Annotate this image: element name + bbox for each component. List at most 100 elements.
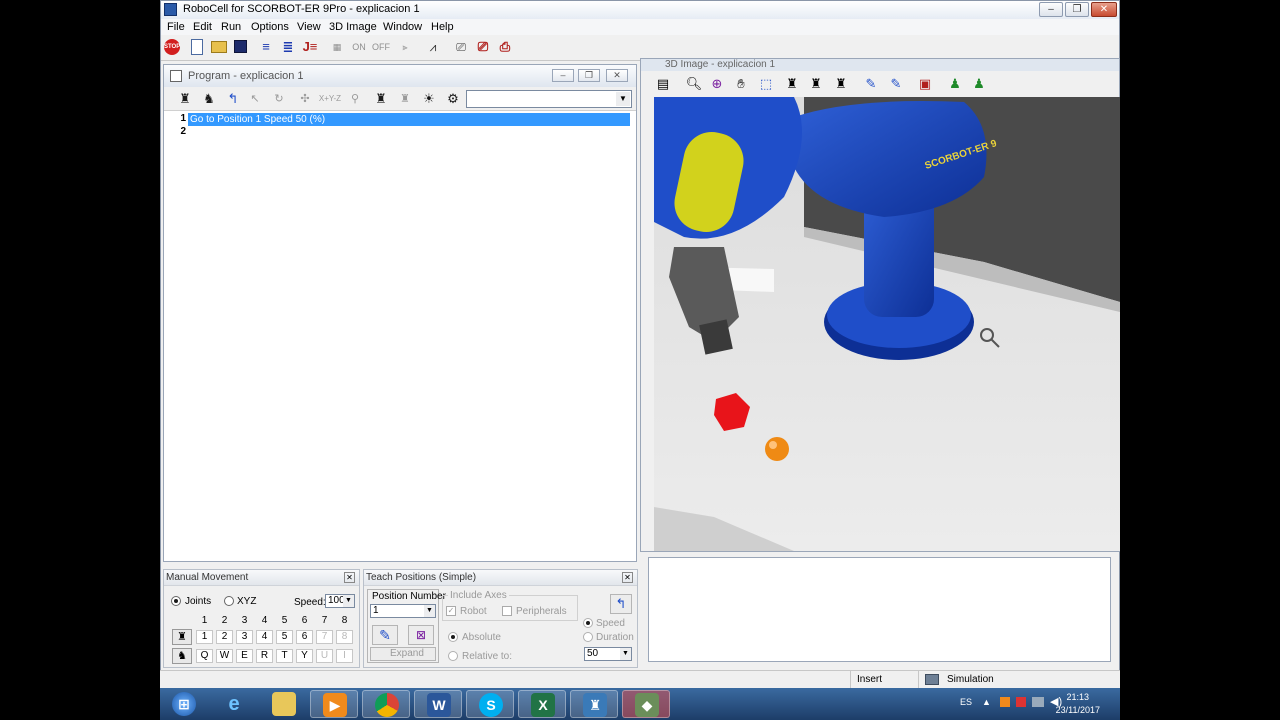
- clock[interactable]: 21:13 23/11/2017: [1056, 691, 1100, 717]
- save-icon[interactable]: [234, 40, 247, 53]
- list-outdent-icon[interactable]: ≣: [280, 39, 296, 55]
- expand-button[interactable]: Expand: [370, 647, 436, 661]
- robot-view-2-icon[interactable]: ♜: [807, 75, 825, 93]
- inspect-icon[interactable]: ⚙: [444, 91, 462, 107]
- key-e-button[interactable]: E: [236, 649, 253, 663]
- taskbar-explorer[interactable]: [260, 690, 308, 718]
- taskbar-word[interactable]: W: [414, 690, 462, 718]
- key-5-button[interactable]: 5: [276, 630, 293, 644]
- taskbar-chrome[interactable]: [362, 690, 410, 718]
- close-button[interactable]: ✕: [1091, 2, 1117, 17]
- graph-icon[interactable]: ⩘: [425, 39, 441, 55]
- key-t-button[interactable]: T: [276, 649, 293, 663]
- robot-view-3-icon[interactable]: ♜: [832, 75, 850, 93]
- command-combo[interactable]: ▼: [466, 90, 632, 108]
- menu-view[interactable]: View: [297, 21, 321, 33]
- record-position-button[interactable]: ✎: [372, 625, 398, 645]
- xyz-offset-label[interactable]: X+Y-Z: [318, 91, 342, 107]
- joints-radio[interactable]: [171, 596, 181, 606]
- clear-icon[interactable]: ▦: [329, 39, 345, 55]
- maximize-button[interactable]: ❐: [1065, 2, 1089, 17]
- peripherals-checkbox[interactable]: [502, 606, 512, 616]
- robot-plus-icon[interactable]: ♜: [172, 629, 192, 645]
- network-tray-icon[interactable]: [1032, 697, 1044, 707]
- light-icon[interactable]: ☀: [420, 91, 438, 107]
- taskbar-robocell[interactable]: ♜: [570, 690, 618, 718]
- robot-checkbox[interactable]: ✓: [446, 606, 456, 616]
- arm-view-2-icon[interactable]: ✎: [887, 75, 905, 93]
- arm-view-1-icon[interactable]: ✎: [862, 75, 880, 93]
- menu-run[interactable]: Run: [221, 21, 241, 33]
- chevron-down-icon[interactable]: ▼: [343, 595, 354, 607]
- manual-speed-select[interactable]: 100 ▼: [325, 594, 355, 608]
- arc-move-icon[interactable]: ↖: [246, 91, 264, 107]
- key-y-button[interactable]: Y: [296, 649, 313, 663]
- office-tray-icon[interactable]: [1000, 697, 1010, 707]
- language-indicator[interactable]: ES: [960, 697, 972, 707]
- teach-speed-select[interactable]: 50 ▼: [584, 647, 632, 661]
- xyz-robot-icon[interactable]: ✣: [296, 91, 314, 107]
- program-line[interactable]: 1 Go to Position 1 Speed 50 (%): [164, 113, 636, 126]
- menu-3d-image[interactable]: 3D Image: [329, 21, 377, 33]
- position-number-select[interactable]: 1 ▼: [370, 604, 436, 618]
- output-panel[interactable]: [648, 557, 1111, 662]
- open-folder-icon[interactable]: [211, 41, 227, 53]
- chevron-down-icon[interactable]: ▼: [616, 92, 630, 106]
- zoom-icon[interactable]: 🔍︎: [685, 75, 703, 93]
- off-button[interactable]: OFF: [371, 39, 391, 55]
- gripper-icon[interactable]: ♞: [200, 91, 218, 107]
- key-u-button[interactable]: U: [316, 649, 333, 663]
- list-jump-icon[interactable]: J≡: [302, 39, 318, 55]
- camera-icon[interactable]: ▤: [654, 75, 672, 93]
- key-7-button[interactable]: 7: [316, 630, 333, 644]
- relative-radio[interactable]: [448, 651, 458, 661]
- speed-radio[interactable]: [583, 618, 593, 628]
- key-2-button[interactable]: 2: [216, 630, 233, 644]
- minimize-button[interactable]: –: [1039, 2, 1063, 17]
- menu-file[interactable]: File: [167, 21, 185, 33]
- program-maximize-button[interactable]: ❐: [578, 69, 600, 82]
- new-file-icon[interactable]: [191, 39, 203, 55]
- program-minimize-button[interactable]: –: [552, 69, 574, 82]
- delete-position-button[interactable]: ⊠: [408, 625, 434, 645]
- program-close-button[interactable]: ✕: [606, 69, 628, 82]
- xyz-radio[interactable]: [224, 596, 234, 606]
- zoom-in-icon[interactable]: ⊕: [708, 75, 726, 93]
- chevron-down-icon[interactable]: ▼: [620, 648, 631, 660]
- robot-teach-icon[interactable]: ♜: [372, 91, 390, 107]
- stop-button[interactable]: STOP: [164, 39, 180, 55]
- security-tray-icon[interactable]: [1016, 697, 1026, 707]
- absolute-radio[interactable]: [448, 632, 458, 642]
- duration-radio[interactable]: [583, 632, 593, 642]
- menu-help[interactable]: Help: [431, 21, 454, 33]
- robot-disabled-icon[interactable]: ♜: [396, 91, 414, 107]
- manual-close-icon[interactable]: ✕: [344, 572, 355, 583]
- key-w-button[interactable]: W: [216, 649, 233, 663]
- pan-hand-icon[interactable]: ✋︎: [732, 75, 750, 93]
- go-to-position-button[interactable]: ↰: [610, 594, 632, 614]
- record-icon[interactable]: ▣: [916, 75, 934, 93]
- menu-edit[interactable]: Edit: [193, 21, 212, 33]
- linear-move-icon[interactable]: ↰: [224, 91, 242, 107]
- line-code[interactable]: [188, 126, 190, 139]
- walk-icon[interactable]: ⚲: [346, 91, 364, 107]
- robot-move-icon[interactable]: ♜: [176, 91, 194, 107]
- key-1-button[interactable]: 1: [196, 630, 213, 644]
- tool-view-2-icon[interactable]: ♟: [970, 75, 988, 93]
- taskbar-app[interactable]: ◆: [622, 690, 670, 718]
- robot-view-1-icon[interactable]: ♜: [783, 75, 801, 93]
- key-4-button[interactable]: 4: [256, 630, 273, 644]
- menu-options[interactable]: Options: [251, 21, 289, 33]
- 3d-scene[interactable]: SCORBOT-ER 9: [654, 97, 1120, 551]
- key-r-button[interactable]: R: [256, 649, 273, 663]
- list-indent-icon[interactable]: ≡: [258, 39, 274, 55]
- teach-close-icon[interactable]: ✕: [622, 572, 633, 583]
- taskbar-excel[interactable]: X: [518, 690, 566, 718]
- key-q-button[interactable]: Q: [196, 649, 213, 663]
- tray-expand-icon[interactable]: ▲: [982, 697, 991, 707]
- key-8-button[interactable]: 8: [336, 630, 353, 644]
- robot-minus-icon[interactable]: ♞: [172, 648, 192, 664]
- fit-view-icon[interactable]: ⬚: [757, 75, 775, 93]
- program-line[interactable]: 2: [164, 126, 636, 139]
- start-button[interactable]: ⊞: [160, 690, 208, 718]
